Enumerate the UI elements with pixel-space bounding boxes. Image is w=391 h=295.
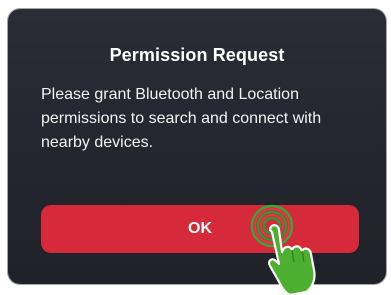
permission-dialog: Permission Request Please grant Bluetoot… <box>8 9 386 284</box>
dialog-message: Please grant Bluetooth and Location perm… <box>41 86 322 151</box>
ok-button[interactable]: OK <box>41 205 359 253</box>
screen: Permission Request Please grant Bluetoot… <box>0 0 391 295</box>
dialog-title: Permission Request <box>109 45 285 65</box>
